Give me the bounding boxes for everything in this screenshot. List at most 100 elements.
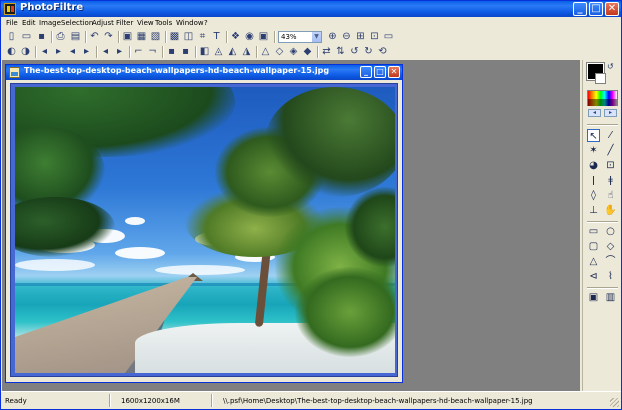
new-file-icon[interactable]: ▯ (5, 30, 18, 43)
palette-prev-icon[interactable]: ◂ (588, 109, 601, 117)
sharpen-more-icon[interactable]: ◮ (240, 45, 253, 58)
fullscreen-icon[interactable]: ▭ (382, 30, 395, 43)
app-titlebar[interactable]: PhotoFiltre _ □ ✕ (1, 1, 621, 17)
paste-new-icon[interactable]: ▧ (149, 30, 162, 43)
noise-icon[interactable]: ◆ (301, 45, 314, 58)
auto-contrast-icon[interactable]: ◑ (19, 45, 32, 58)
sharpen-icon[interactable]: ◭ (226, 45, 239, 58)
brush-icon[interactable]: ǀ (587, 174, 600, 187)
sepia-icon[interactable]: ▪ (179, 45, 192, 58)
image-size-icon[interactable]: ▩ (168, 30, 181, 43)
rotate-180-icon[interactable]: ⟲ (376, 45, 389, 58)
fill-bucket-icon[interactable]: ◕ (587, 159, 600, 172)
contrast-minus-icon[interactable]: ◂ (66, 45, 79, 58)
menu-edit[interactable]: Edit (22, 17, 36, 29)
doc-maximize-button[interactable]: □ (374, 66, 386, 78)
app-logo-icon[interactable] (4, 3, 16, 15)
document-titlebar[interactable]: The-best-top-desktop-beach-wallpapers-hd… (6, 65, 402, 80)
menu-selection[interactable]: Selection (61, 17, 93, 29)
status-dimensions: 1600x1200x16M (121, 397, 180, 405)
image-file-icon[interactable] (9, 67, 20, 78)
swap-colors-icon[interactable]: ↺ (607, 62, 614, 71)
menu-help[interactable]: ? (204, 17, 208, 29)
blur-drop-icon[interactable]: ◊ (587, 189, 600, 202)
rotate-right-icon[interactable]: ↻ (362, 45, 375, 58)
hand-icon[interactable]: ✋ (604, 204, 617, 217)
canvas-size-icon[interactable]: ◫ (182, 30, 195, 43)
menu-window[interactable]: Window (176, 17, 204, 29)
text-icon[interactable]: T (210, 30, 223, 43)
print-icon[interactable]: ⎙ (54, 30, 67, 43)
color-palette[interactable] (587, 90, 618, 106)
menu-image[interactable]: Image (39, 17, 61, 29)
rectangle-icon[interactable]: ▭ (587, 225, 600, 238)
copy-icon[interactable]: ▣ (121, 30, 134, 43)
canvas-area[interactable] (10, 83, 398, 377)
background-color-swatch[interactable] (595, 73, 606, 84)
ellipse-icon[interactable]: ○ (604, 225, 617, 238)
clone-stamp-icon[interactable]: ⊥ (587, 204, 600, 217)
save-icon[interactable]: ▪ (35, 30, 48, 43)
selection-tool-icon[interactable]: ↖ (587, 129, 600, 142)
fit-window-icon[interactable]: ⊡ (368, 30, 381, 43)
color-picker-icon[interactable]: ⁄ (604, 129, 617, 142)
selection-mode-icon[interactable]: ▣ (587, 291, 600, 304)
open-folder-icon[interactable]: ▭ (20, 30, 33, 43)
edge-icon[interactable]: ◈ (287, 45, 300, 58)
gamma-plus-icon[interactable]: ¬ (146, 45, 159, 58)
paste-icon[interactable]: ▦ (135, 30, 148, 43)
brightness-minus-icon[interactable]: ◂ (38, 45, 51, 58)
auto-levels-icon[interactable]: ◐ (5, 45, 18, 58)
brightness-plus-icon[interactable]: ▸ (52, 45, 65, 58)
menu-view[interactable]: View (137, 17, 154, 29)
plugin-icon[interactable]: ◉ (243, 30, 256, 43)
chevron-down-icon[interactable]: ▼ (312, 32, 321, 42)
triangle-icon[interactable]: △ (587, 255, 600, 268)
maximize-button[interactable]: □ (589, 2, 603, 16)
beach-photo[interactable] (15, 87, 395, 373)
contrast-plus-icon[interactable]: ▸ (80, 45, 93, 58)
emboss-icon[interactable]: ◇ (273, 45, 286, 58)
undo-icon[interactable]: ↶ (88, 30, 101, 43)
close-button[interactable]: ✕ (605, 2, 619, 16)
spray-icon[interactable]: ⊡ (604, 159, 617, 172)
rounded-rect-icon[interactable]: ▢ (587, 240, 600, 253)
line-tool-icon[interactable]: ╱ (604, 144, 617, 157)
automate-icon[interactable]: ❖ (229, 30, 242, 43)
redo-icon[interactable]: ↷ (102, 30, 115, 43)
crop-icon[interactable]: ⌗ (196, 30, 209, 43)
scanner-icon[interactable]: ▤ (69, 30, 82, 43)
palette-next-icon[interactable]: ▸ (604, 109, 617, 117)
zoom-out-icon[interactable]: ⊖ (340, 30, 353, 43)
advanced-brush-icon[interactable]: ǂ (604, 174, 617, 187)
lasso-icon[interactable]: ⊲ (587, 270, 600, 283)
diamond-icon[interactable]: ◇ (604, 240, 617, 253)
actual-size-icon[interactable]: ⊞ (354, 30, 367, 43)
rotate-left-icon[interactable]: ↺ (348, 45, 361, 58)
grayscale-icon[interactable]: ▪ (165, 45, 178, 58)
zoom-select[interactable]: 43% ▼ (278, 31, 322, 43)
layer-mode-icon[interactable]: ▥ (604, 291, 617, 304)
flip-horizontal-icon[interactable]: ⇄ (320, 45, 333, 58)
menu-file[interactable]: File (6, 17, 18, 29)
gamma-minus-icon[interactable]: ⌐ (132, 45, 145, 58)
menu-filter[interactable]: Filter (116, 17, 133, 29)
smudge-icon[interactable]: ☝ (604, 189, 617, 202)
saturation-minus-icon[interactable]: ◂ (99, 45, 112, 58)
doc-minimize-button[interactable]: _ (360, 66, 372, 78)
zoom-in-icon[interactable]: ⊕ (326, 30, 339, 43)
freeform-icon[interactable]: ⌇ (604, 270, 617, 283)
menu-adjust[interactable]: Adjust (92, 17, 114, 29)
resize-grip[interactable] (610, 398, 619, 407)
polygon-icon[interactable]: ⌒ (604, 255, 617, 268)
image-explorer-icon[interactable]: ▣ (257, 30, 270, 43)
blur-icon[interactable]: ◧ (198, 45, 211, 58)
doc-close-button[interactable]: ✕ (388, 66, 400, 78)
unsharp-icon[interactable]: △ (259, 45, 272, 58)
flip-vertical-icon[interactable]: ⇅ (334, 45, 347, 58)
saturation-plus-icon[interactable]: ▸ (113, 45, 126, 58)
magic-wand-icon[interactable]: ✶ (587, 144, 600, 157)
soften-icon[interactable]: ◬ (212, 45, 225, 58)
menu-tools[interactable]: Tools (155, 17, 172, 29)
minimize-button[interactable]: _ (573, 2, 587, 16)
